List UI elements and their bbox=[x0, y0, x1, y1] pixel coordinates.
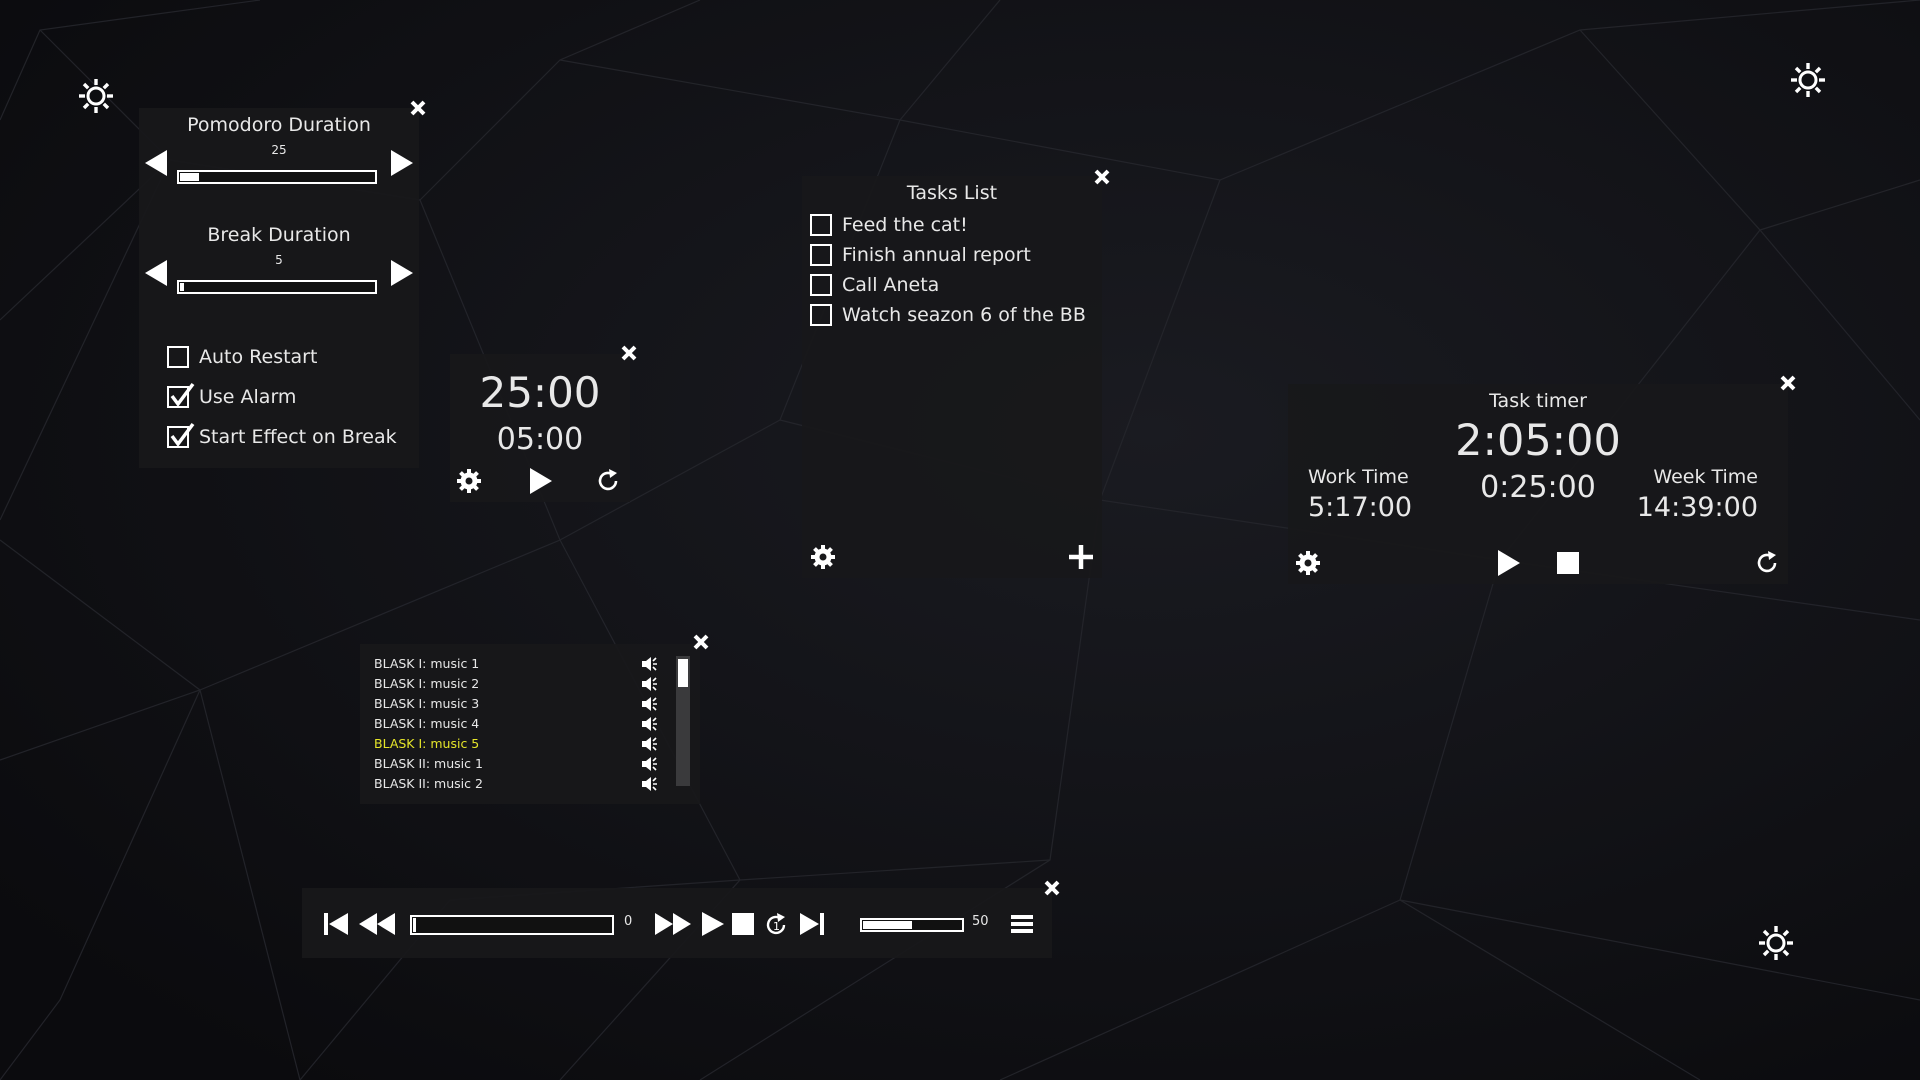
close-icon[interactable] bbox=[1091, 166, 1113, 188]
close-icon[interactable] bbox=[690, 631, 712, 653]
week-time-label: Week Time bbox=[1653, 466, 1758, 488]
sun-gear-icon[interactable] bbox=[1788, 60, 1828, 100]
work-timer-display: 25:00 bbox=[479, 368, 601, 417]
speaker-icon[interactable] bbox=[640, 655, 658, 673]
checkbox[interactable] bbox=[167, 346, 189, 368]
plus-icon[interactable] bbox=[1068, 544, 1094, 570]
task-item[interactable]: Call Aneta bbox=[810, 270, 939, 300]
option-label: Use Alarm bbox=[199, 386, 297, 408]
speaker-icon[interactable] bbox=[640, 775, 658, 793]
break-duration-label: Break Duration bbox=[207, 224, 351, 246]
task-label: Watch seazon 6 of the BB bbox=[842, 304, 1086, 326]
close-icon[interactable] bbox=[1041, 877, 1063, 899]
scrollbar-thumb[interactable] bbox=[678, 659, 688, 687]
gear-icon[interactable] bbox=[1295, 550, 1321, 576]
work-time-value: 5:17:00 bbox=[1308, 492, 1413, 523]
break-duration-value: 5 bbox=[275, 253, 283, 267]
checkbox[interactable] bbox=[167, 422, 195, 448]
option-auto-restart[interactable]: Auto Restart bbox=[167, 342, 317, 372]
playlist-track[interactable]: BLASK II: music 1 bbox=[374, 754, 483, 774]
playlist-track[interactable]: BLASK II: music 2 bbox=[374, 774, 483, 794]
progress-value: 0 bbox=[624, 914, 633, 929]
speaker-icon[interactable] bbox=[640, 695, 658, 713]
tasks-list-panel: Tasks List Feed the cat! Finish annual r… bbox=[802, 176, 1102, 578]
pomodoro-duration-slider[interactable] bbox=[177, 170, 377, 184]
task-timer-title: Task timer bbox=[1489, 390, 1587, 412]
fast-forward-icon[interactable] bbox=[654, 910, 692, 938]
playlist-track[interactable]: BLASK I: music 3 bbox=[374, 694, 479, 714]
task-label: Feed the cat! bbox=[842, 214, 968, 236]
work-time-label: Work Time bbox=[1308, 466, 1409, 488]
menu-icon[interactable] bbox=[1010, 912, 1034, 936]
playlist-track[interactable]: BLASK I: music 2 bbox=[374, 674, 479, 694]
volume-value: 50 bbox=[972, 914, 989, 929]
break-duration-slider[interactable] bbox=[177, 280, 377, 294]
checkbox[interactable] bbox=[810, 304, 832, 326]
playlist-track[interactable]: BLASK I: music 1 bbox=[374, 654, 479, 674]
option-start-effect-on-break[interactable]: Start Effect on Break bbox=[167, 422, 397, 452]
pomodoro-duration-value: 25 bbox=[271, 143, 287, 157]
checkbox[interactable] bbox=[167, 382, 195, 408]
task-item[interactable]: Watch seazon 6 of the BB bbox=[810, 300, 1086, 330]
gear-icon[interactable] bbox=[810, 544, 836, 570]
speaker-icon[interactable] bbox=[640, 675, 658, 693]
task-timer-panel: Task timer 2:05:00 0:25:00 Work Time 5:1… bbox=[1288, 384, 1788, 584]
sun-gear-icon[interactable] bbox=[76, 76, 116, 116]
play-icon[interactable] bbox=[1495, 548, 1521, 578]
stop-icon[interactable] bbox=[731, 912, 755, 936]
skip-previous-icon[interactable] bbox=[322, 910, 350, 938]
refresh-icon[interactable] bbox=[595, 468, 621, 494]
settings-panel: Pomodoro Duration 25 Break Duration 5 Au… bbox=[139, 108, 419, 468]
task-label: Finish annual report bbox=[842, 244, 1031, 266]
track-progress-bar[interactable] bbox=[410, 915, 614, 935]
checkbox[interactable] bbox=[810, 214, 832, 236]
task-label: Call Aneta bbox=[842, 274, 940, 296]
play-icon[interactable] bbox=[700, 910, 726, 938]
task-item[interactable]: Finish annual report bbox=[810, 240, 1031, 270]
progress-fill bbox=[413, 918, 416, 932]
sun-gear-icon[interactable] bbox=[1756, 923, 1796, 963]
volume-fill bbox=[863, 921, 912, 929]
option-use-alarm[interactable]: Use Alarm bbox=[167, 382, 296, 412]
close-icon[interactable] bbox=[618, 342, 640, 364]
tasks-title: Tasks List bbox=[906, 182, 998, 204]
svg-text:1: 1 bbox=[773, 920, 780, 933]
playlist-track[interactable]: BLASK I: music 5 bbox=[374, 734, 479, 754]
playlist-scrollbar[interactable] bbox=[676, 656, 690, 786]
speaker-icon[interactable] bbox=[640, 715, 658, 733]
decrease-pomodoro-arrow-icon[interactable] bbox=[143, 148, 171, 178]
playlist-panel: BLASK I: music 1 BLASK I: music 2 BLASK I:… bbox=[360, 644, 700, 804]
pomodoro-slider-fill bbox=[180, 173, 199, 181]
checkbox[interactable] bbox=[810, 244, 832, 266]
play-icon[interactable] bbox=[527, 466, 553, 496]
close-icon[interactable] bbox=[1777, 372, 1799, 394]
gear-icon[interactable] bbox=[456, 468, 482, 494]
break-timer-display: 05:00 bbox=[496, 422, 584, 457]
rewind-icon[interactable] bbox=[358, 910, 396, 938]
pomodoro-duration-label: Pomodoro Duration bbox=[187, 114, 371, 136]
pomodoro-timer-panel: 25:00 05:00 bbox=[450, 354, 630, 502]
break-slider-fill bbox=[180, 283, 184, 291]
playlist-track[interactable]: BLASK I: music 4 bbox=[374, 714, 479, 734]
desktop: Pomodoro Duration 25 Break Duration 5 Au… bbox=[0, 0, 1920, 1080]
skip-next-icon[interactable] bbox=[798, 910, 826, 938]
close-icon[interactable] bbox=[407, 97, 429, 119]
option-label: Auto Restart bbox=[199, 346, 318, 368]
refresh-icon[interactable] bbox=[1754, 550, 1780, 576]
volume-slider[interactable] bbox=[860, 918, 964, 932]
task-timer-main: 2:05:00 bbox=[1455, 416, 1621, 466]
task-item[interactable]: Feed the cat! bbox=[810, 210, 968, 240]
speaker-icon[interactable] bbox=[640, 755, 658, 773]
repeat-one-icon[interactable]: 1 bbox=[763, 912, 789, 938]
checkbox[interactable] bbox=[810, 274, 832, 296]
increase-break-arrow-icon[interactable] bbox=[387, 258, 415, 288]
stop-icon[interactable] bbox=[1556, 551, 1580, 575]
option-label: Start Effect on Break bbox=[199, 426, 397, 448]
music-player-panel: 0 1 50 bbox=[302, 888, 1052, 958]
increase-pomodoro-arrow-icon[interactable] bbox=[387, 148, 415, 178]
week-time-value: 14:39:00 bbox=[1636, 492, 1758, 523]
decrease-break-arrow-icon[interactable] bbox=[143, 258, 171, 288]
speaker-icon[interactable] bbox=[640, 735, 658, 753]
